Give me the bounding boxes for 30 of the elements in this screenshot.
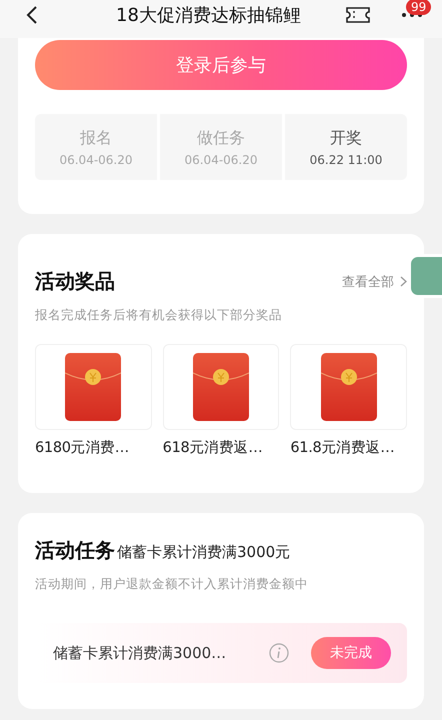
- task-status-button[interactable]: 未完成: [311, 637, 391, 669]
- step-date: 06.04-06.20: [59, 152, 133, 166]
- envelope-icon: [193, 353, 249, 421]
- ticket-icon[interactable]: [346, 7, 370, 23]
- section-title: 活动任务: [35, 537, 115, 564]
- prize-name: 61.8元消费返…: [290, 439, 396, 457]
- prize-name: 618元消费返…: [162, 439, 264, 457]
- envelope-icon: [320, 353, 377, 421]
- login-join-button[interactable]: 登录后参与: [35, 40, 407, 90]
- page-title: 18大促消费达标抽锦鲤: [116, 4, 302, 27]
- step-date: 06.22 11:00: [310, 152, 382, 166]
- view-all-link[interactable]: 查看全部: [342, 272, 407, 290]
- chevron-icon: [400, 276, 407, 287]
- step-label: 开奖: [330, 128, 362, 148]
- section-note: 活动期间，用户退款金额不计入累计消费金额中: [35, 576, 309, 593]
- prize-image-frame[interactable]: [290, 344, 408, 430]
- section-title: 活动奖品: [35, 268, 115, 295]
- back-icon[interactable]: [26, 5, 38, 25]
- notification-badge: 99: [406, 0, 432, 15]
- prize-image-frame[interactable]: [162, 344, 280, 430]
- assistant-avatar[interactable]: [408, 254, 442, 298]
- prize-image-frame[interactable]: [35, 344, 152, 430]
- prize-name: 6180元消费…: [35, 439, 130, 457]
- step-label: 做任务: [197, 128, 245, 148]
- task-condition: 储蓄卡累计消费满3000元: [117, 543, 290, 562]
- step-label: 报名: [80, 128, 112, 148]
- envelope-icon: [65, 353, 122, 421]
- step-date: 06.04-06.20: [184, 152, 258, 166]
- task-name: 储蓄卡累计消费满3000…: [53, 644, 226, 662]
- section-subtitle: 报名完成任务后将有机会获得以下部分奖品: [35, 307, 283, 324]
